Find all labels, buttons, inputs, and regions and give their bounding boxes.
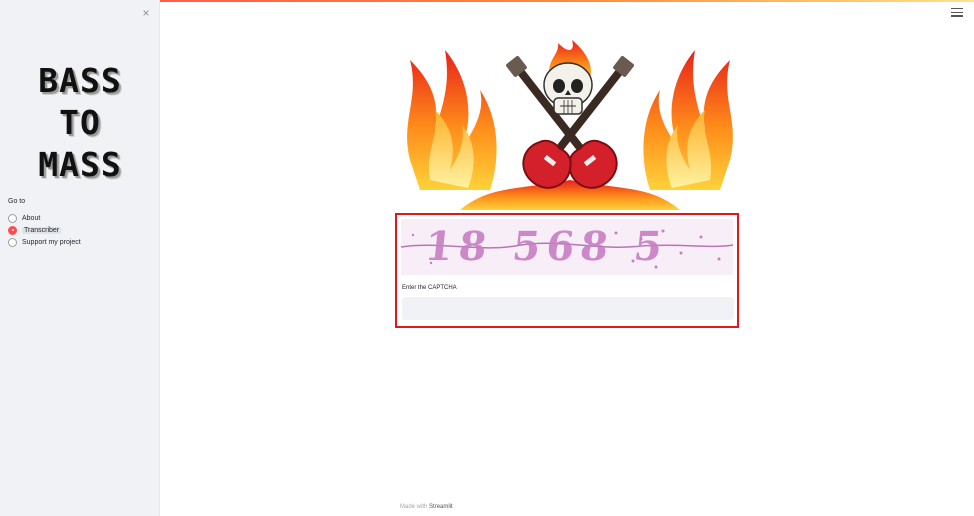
sidebar: × BASS TO MASS Go to About Transcriber S… bbox=[0, 0, 160, 516]
footer: Made with Streamlit bbox=[400, 504, 453, 510]
captcha-image: 18 568 5 bbox=[401, 219, 733, 275]
footer-made-with: Made with bbox=[400, 504, 428, 510]
close-icon[interactable]: × bbox=[140, 7, 152, 19]
hero-image bbox=[407, 40, 733, 210]
hamburger-menu-icon[interactable] bbox=[951, 8, 963, 18]
radio-button[interactable] bbox=[8, 213, 17, 223]
nav-label: Go to bbox=[8, 198, 26, 205]
nav-radio-group: About Transcriber Support my project bbox=[8, 212, 81, 248]
footer-streamlit-link[interactable]: Streamlit bbox=[429, 504, 453, 510]
radio-label: About bbox=[22, 214, 41, 222]
captcha-input[interactable] bbox=[402, 297, 734, 320]
captcha-code: 18 568 5 bbox=[422, 223, 671, 270]
logo: BASS TO MASS bbox=[38, 61, 122, 184]
radio-option-support[interactable]: Support my project bbox=[8, 236, 81, 248]
radio-label: Transcriber bbox=[22, 226, 62, 234]
radio-button[interactable] bbox=[8, 225, 17, 235]
radio-label: Support my project bbox=[22, 238, 81, 246]
captcha-label: Enter the CAPTCHA bbox=[402, 285, 457, 291]
radio-option-transcriber[interactable]: Transcriber bbox=[8, 224, 81, 236]
radio-button[interactable] bbox=[8, 237, 17, 247]
radio-option-about[interactable]: About bbox=[8, 212, 81, 224]
captcha-container: 18 568 5 Enter the CAPTCHA bbox=[395, 213, 739, 328]
